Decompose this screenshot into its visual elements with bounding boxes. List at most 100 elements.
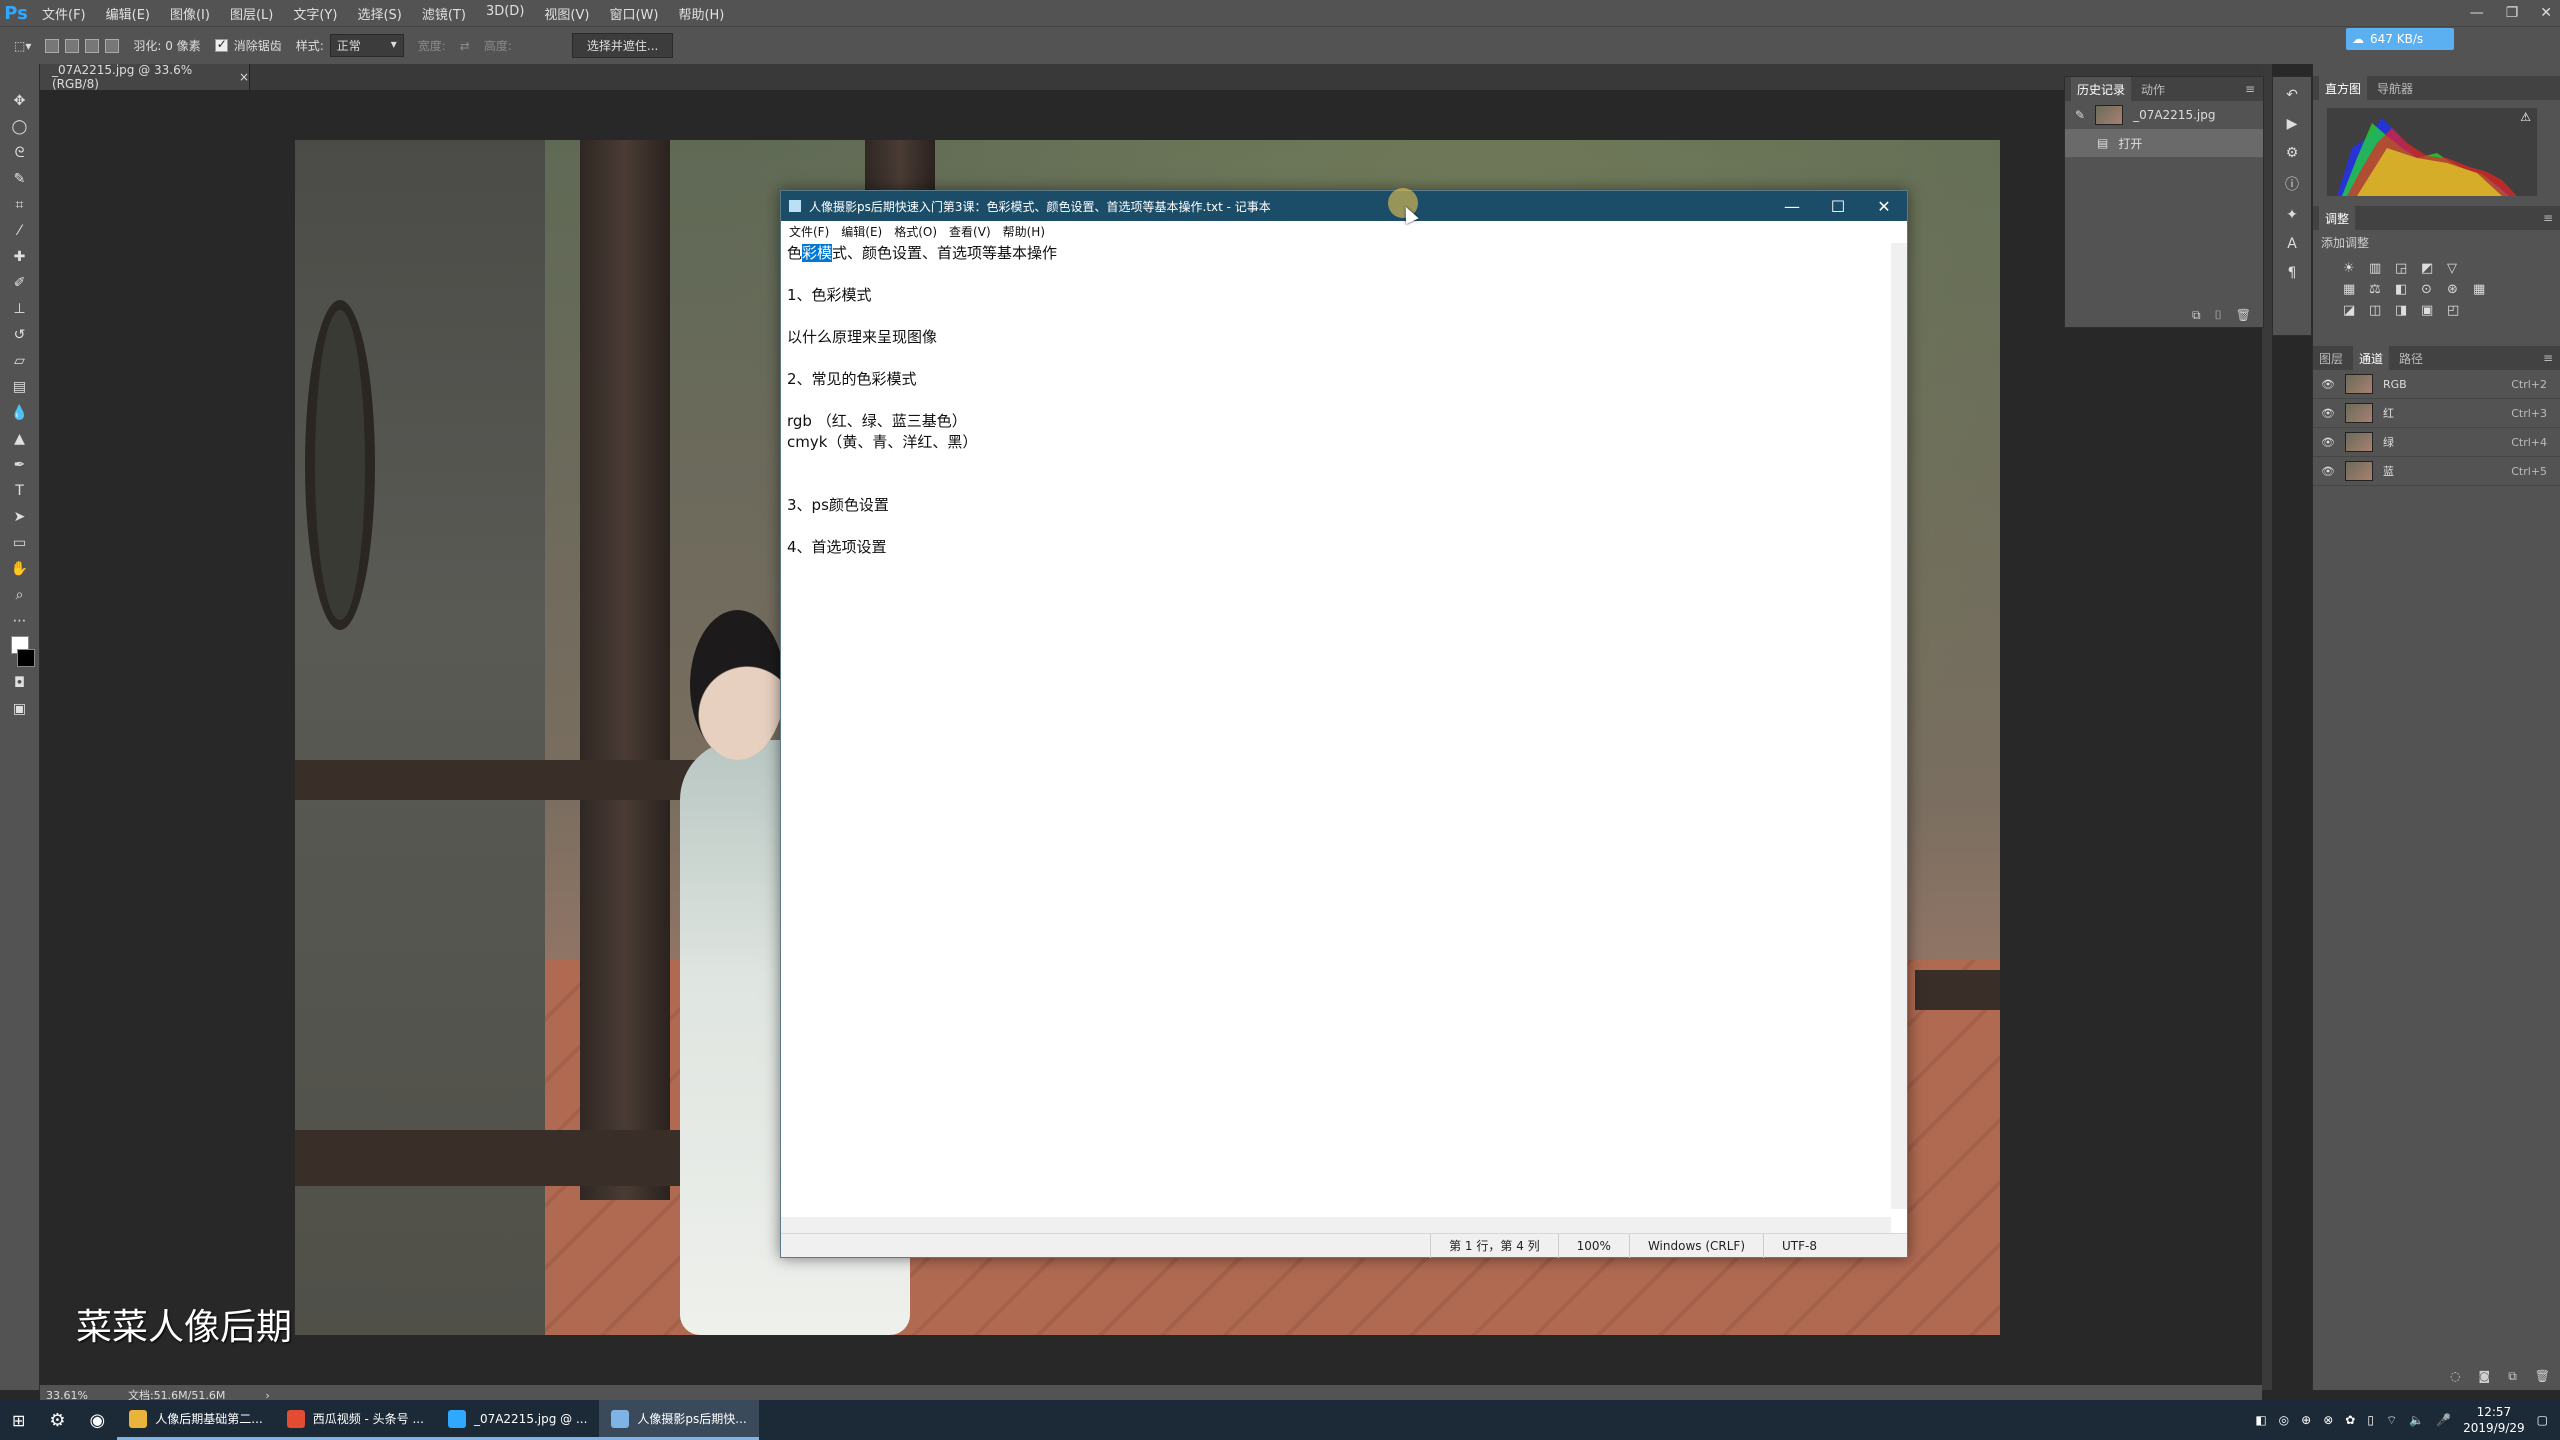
move-tool-icon[interactable]: ✥	[8, 90, 32, 111]
ps-menu-item[interactable]: 图层(L)	[220, 4, 283, 23]
pen-tool-icon[interactable]: ✒	[8, 454, 32, 475]
select-and-mask-button[interactable]: 选择并遮住...	[571, 33, 674, 58]
notepad-titlebar[interactable]: 人像摄影ps后期快速入门第3课：色彩模式、颜色设置、首选项等基本操作.txt -…	[781, 191, 1907, 221]
history-step-open[interactable]: ▤ 打开	[2065, 129, 2263, 157]
tray-app-icon[interactable]: ⊕	[2301, 1413, 2311, 1427]
ps-menu-item[interactable]: 视图(V)	[534, 4, 599, 23]
lasso-tool-icon[interactable]: ᘓ	[8, 142, 32, 163]
notepad-menu-item[interactable]: 查看(V)	[949, 223, 991, 240]
davinci-pinned[interactable]: ◉	[78, 1400, 118, 1440]
curves-icon[interactable]: ◲	[2395, 261, 2415, 276]
brightness-icon[interactable]: ☀	[2343, 261, 2363, 276]
ps-menu-item[interactable]: 文件(F)	[32, 4, 96, 23]
eraser-tool-icon[interactable]: ▱	[8, 350, 32, 371]
marquee-tool-icon[interactable]: ◯	[8, 116, 32, 137]
panel-menu-icon[interactable]: ≡	[2245, 82, 2255, 96]
save-selection-icon[interactable]: ◙	[2479, 1369, 2491, 1384]
color-balance-icon[interactable]: ⚖	[2369, 282, 2389, 297]
notepad-menu-item[interactable]: 文件(F)	[789, 223, 829, 240]
channel-row[interactable]: 👁 RGB Ctrl+2	[2313, 370, 2560, 399]
brush-settings-icon[interactable]: ✦	[2286, 207, 2298, 223]
adjust-icon[interactable]: ⚙	[2286, 145, 2299, 161]
ps-menu-item[interactable]: 3D(D)	[476, 4, 534, 23]
horizontal-scrollbar[interactable]	[781, 1217, 1891, 1233]
hsl-icon[interactable]: ▦	[2343, 282, 2363, 297]
history-brush-icon[interactable]: ↺	[8, 324, 32, 345]
stamp-tool-icon[interactable]: ⊥	[8, 298, 32, 319]
subtract-selection-icon[interactable]	[85, 38, 100, 53]
path-select-icon[interactable]: ➤	[8, 506, 32, 527]
eyedropper-tool-icon[interactable]: ⁄	[8, 220, 32, 241]
antivirus-icon[interactable]: ✿	[2345, 1413, 2355, 1427]
microphone-icon[interactable]: 🎤	[2436, 1413, 2451, 1427]
load-selection-icon[interactable]: ◌	[2450, 1369, 2460, 1384]
volume-icon[interactable]: 🔈	[2409, 1413, 2424, 1427]
color-lookup-icon[interactable]: ▦	[2473, 282, 2493, 297]
close-icon[interactable]: ✕	[2540, 5, 2552, 21]
panel-menu-icon[interactable]: ≡	[2543, 351, 2553, 365]
new-selection-icon[interactable]	[45, 38, 60, 53]
tab-paths[interactable]: 路径	[2399, 350, 2423, 367]
quick-select-tool-icon[interactable]: ✎	[8, 168, 32, 189]
posterize-icon[interactable]: ◫	[2369, 303, 2389, 318]
background-color-swatch[interactable]	[16, 649, 35, 667]
paragraph-icon[interactable]: ¶	[2288, 265, 2297, 281]
eye-icon[interactable]: 👁	[2321, 465, 2335, 478]
taskbar-app[interactable]: 西瓜视频 - 头条号 ...	[274, 1400, 436, 1440]
style-select[interactable]: 正常 ▾	[329, 34, 404, 57]
tab-adjustments[interactable]: 调整	[2319, 205, 2356, 231]
levels-icon[interactable]: ▥	[2369, 261, 2389, 276]
notepad-menu-item[interactable]: 格式(O)	[894, 223, 937, 240]
ps-menu-item[interactable]: 图像(I)	[160, 4, 220, 23]
notification-icon[interactable]: ▢	[2537, 1413, 2548, 1427]
ps-menu-item[interactable]: 编辑(E)	[96, 4, 160, 23]
settings-pinned[interactable]: ⚙	[37, 1400, 77, 1440]
crop-tool-icon[interactable]: ⌗	[8, 194, 32, 215]
taskbar-app[interactable]: 人像摄影ps后期快...	[599, 1400, 759, 1440]
close-tab-icon[interactable]: ×	[239, 70, 249, 84]
battery-icon[interactable]: ▯	[2367, 1413, 2374, 1427]
cloud-speed-button[interactable]: ☁ 647 KB/s	[2346, 28, 2454, 50]
restore-icon[interactable]: ❐	[2506, 5, 2519, 21]
tab-channels[interactable]: 通道	[2353, 345, 2390, 371]
intersect-selection-icon[interactable]	[105, 38, 120, 53]
marquee-tool-preset[interactable]: ⬚▾	[14, 39, 31, 53]
history-icon[interactable]: ↶	[2286, 87, 2298, 103]
info-icon[interactable]: ⓘ	[2285, 174, 2299, 194]
bw-icon[interactable]: ◧	[2395, 282, 2415, 297]
selective-color-icon[interactable]: ◰	[2447, 303, 2467, 318]
ps-menu-item[interactable]: 窗口(W)	[599, 4, 668, 23]
chrome-tray-icon[interactable]: ◎	[2279, 1413, 2289, 1427]
document-tab[interactable]: _07A2215.jpg @ 33.6%(RGB/8) ×	[40, 63, 250, 91]
ps-menu-item[interactable]: 选择(S)	[347, 4, 411, 23]
channel-row[interactable]: 👁 绿 Ctrl+4	[2313, 428, 2560, 457]
warning-icon[interactable]: ⚠	[2520, 110, 2531, 124]
threshold-icon[interactable]: ◨	[2395, 303, 2415, 318]
system-clock[interactable]: 12:57 2019/9/29	[2463, 1404, 2525, 1436]
notepad-text-area[interactable]: 色彩模式、颜色设置、首选项等基本操作 1、色彩模式 以什么原理来呈现图像 2、常见的…	[787, 243, 1887, 1209]
photo-filter-icon[interactable]: ⊙	[2421, 282, 2441, 297]
channel-mixer-icon[interactable]: ⊛	[2447, 282, 2467, 297]
tab-layers[interactable]: 图层	[2319, 350, 2343, 367]
gradient-map-icon[interactable]: ▣	[2421, 303, 2441, 318]
eye-icon[interactable]: 👁	[2321, 378, 2335, 391]
tab-navigator[interactable]: 导航器	[2377, 80, 2413, 97]
eye-icon[interactable]: 👁	[2321, 407, 2335, 420]
channel-row[interactable]: 👁 蓝 Ctrl+5	[2313, 457, 2560, 486]
play-icon[interactable]: ▶	[2287, 116, 2298, 132]
blur-tool-icon[interactable]: 💧	[8, 402, 32, 423]
brush-tool-icon[interactable]: ✐	[8, 272, 32, 293]
notepad-menu-item[interactable]: 帮助(H)	[1003, 223, 1045, 240]
invert-icon[interactable]: ◪	[2343, 303, 2363, 318]
healing-brush-icon[interactable]: ✚	[8, 246, 32, 267]
vibrance-icon[interactable]: ▽	[2447, 261, 2467, 276]
character-icon[interactable]: A	[2287, 236, 2297, 252]
shape-tool-icon[interactable]: ▭	[8, 532, 32, 553]
notepad-menu-item[interactable]: 编辑(E)	[841, 223, 882, 240]
minimize-icon[interactable]: —	[2470, 5, 2484, 21]
quick-mask-icon[interactable]: ◘	[8, 672, 32, 693]
vertical-scrollbar[interactable]	[1891, 243, 1907, 1209]
taskbar-app[interactable]: _07A2215.jpg @ ...	[435, 1400, 600, 1440]
more-tools-icon[interactable]: ⋯	[8, 610, 32, 631]
zoom-tool-icon[interactable]: ⌕	[8, 584, 32, 605]
